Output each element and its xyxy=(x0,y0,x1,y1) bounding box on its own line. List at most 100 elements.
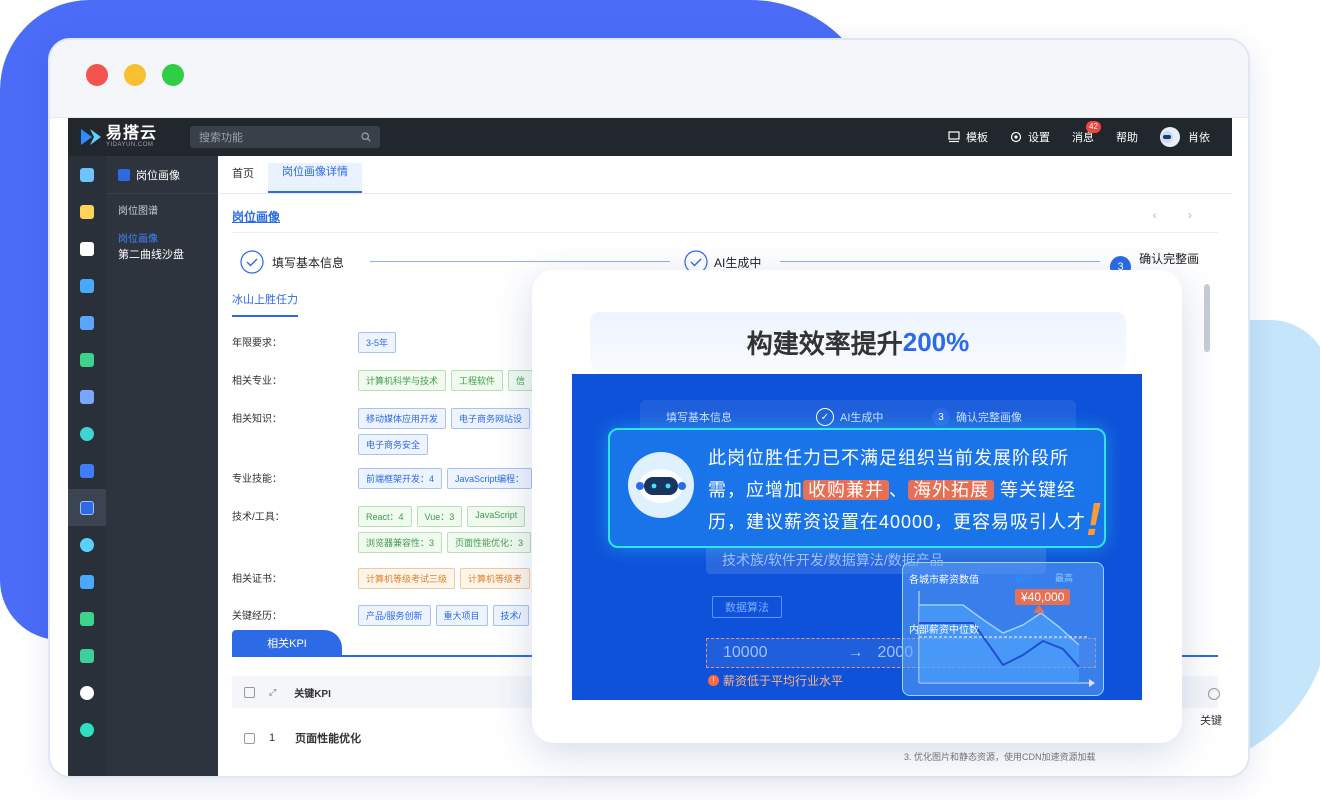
expand-icon[interactable]: ⤢ xyxy=(269,687,276,698)
close-dot[interactable] xyxy=(86,64,108,86)
robot-avatar-icon xyxy=(1161,131,1173,143)
search-person-icon xyxy=(80,426,94,441)
sidebar-icon-team[interactable] xyxy=(68,193,106,230)
ticket-icon xyxy=(80,463,94,478)
data-algorithm-button[interactable]: 数据算法 xyxy=(712,596,782,618)
kpi-note: 3. 优化图片和静态资源，使用CDN加速资源加载 xyxy=(904,752,1096,762)
template-icon xyxy=(948,131,960,143)
org-icon xyxy=(80,278,94,293)
tag-acquisition: 收购兼并 xyxy=(803,480,889,500)
sidebar-icon-sail[interactable] xyxy=(68,230,106,267)
tag-knowledge: 电子商务安全 xyxy=(358,434,429,455)
select-all-checkbox[interactable] xyxy=(244,686,255,698)
sidebar-icon-org[interactable] xyxy=(68,267,106,304)
scrollbar[interactable] xyxy=(1204,284,1210,352)
column-key-kpi: 关键KPI xyxy=(294,688,331,700)
sidebar-icon-user-add[interactable] xyxy=(68,600,106,637)
nav-templates[interactable]: 模板 xyxy=(948,129,988,145)
tag-experience: 技术/ xyxy=(492,605,530,626)
tags-skills: 前端框架开发：4 JavaScript编程： xyxy=(358,468,548,489)
minimize-dot[interactable] xyxy=(124,64,146,86)
tag-years: 3-5年 xyxy=(358,332,397,353)
settings-icon[interactable] xyxy=(1208,688,1220,700)
maximize-dot[interactable] xyxy=(162,64,184,86)
row-checkbox[interactable] xyxy=(244,732,255,744)
tag-tool: Vue：3 xyxy=(416,506,463,527)
tab-iceberg-competency[interactable]: 冰山上胜任力 xyxy=(232,291,298,317)
tab-related-kpi[interactable]: 相关KPI xyxy=(232,630,342,656)
tag-cert: 计算机等级考试三级 xyxy=(358,568,456,589)
tags-major: 计算机科学与技术 工程软件 信 xyxy=(358,370,548,391)
ai-separator: 、 xyxy=(889,480,908,500)
field-tools-label: 技术/工具： xyxy=(232,512,285,523)
sidebar-icon-wallet[interactable] xyxy=(68,341,106,378)
tag-tool: 浏览器兼容性：3 xyxy=(358,532,443,553)
sidebar-icon-support[interactable] xyxy=(68,526,106,563)
search-input[interactable]: 搜索功能 xyxy=(190,126,380,148)
field-certs-label: 相关证书： xyxy=(232,574,282,585)
promo-step-2: AI生成中 xyxy=(840,412,884,424)
tab-home[interactable]: 首页 xyxy=(232,165,268,193)
tag-knowledge: 电子商务网站设 xyxy=(451,408,531,429)
search-icon xyxy=(361,132,371,142)
menu-item-second-curve[interactable]: 第二曲线沙盘 xyxy=(106,244,218,272)
page-title[interactable]: 岗位画像 xyxy=(232,208,280,225)
sidebar-icon-calc[interactable] xyxy=(68,637,106,674)
team-icon xyxy=(80,204,94,219)
nav-help[interactable]: 帮助 xyxy=(1116,129,1138,145)
search-placeholder: 搜索功能 xyxy=(199,132,243,144)
step-line-1 xyxy=(370,261,670,262)
chart-area-high xyxy=(919,605,1079,683)
pager-arrows[interactable]: ‹ › xyxy=(1153,208,1206,222)
sidebar-icon-profile[interactable] xyxy=(68,156,106,193)
divider xyxy=(232,232,1218,233)
top-bar: 易搭云 YIDAYUN.COM 搜索功能 模板 设置 消息 42 帮助 肖依 xyxy=(68,118,1232,156)
nav-settings[interactable]: 设置 xyxy=(1010,129,1050,145)
salary-chart-card: 各城市薪资数值 最低 最高 ¥40,000 内部薪资中位数 xyxy=(902,562,1104,696)
user-name: 肖依 xyxy=(1188,132,1210,144)
job-profile-icon xyxy=(80,500,94,515)
sidebar-icon-doc-check[interactable] xyxy=(68,563,106,600)
doc-check-icon xyxy=(80,574,94,589)
menu-item-job-profile[interactable]: 岗位画像 xyxy=(106,222,218,245)
sidebar-icon-user-clock[interactable] xyxy=(68,304,106,341)
calculator-icon xyxy=(80,648,94,663)
salary-warning: ! 薪资低于平均行业水平 xyxy=(708,672,843,689)
promo-headline: 构建效率提升 200% xyxy=(590,312,1126,372)
sidebar-icon-users[interactable] xyxy=(68,378,106,415)
sidebar-icon-bot[interactable] xyxy=(68,674,106,711)
tab-job-profile-detail[interactable]: 岗位画像详情 xyxy=(268,163,362,193)
nav-messages[interactable]: 消息 42 xyxy=(1072,121,1101,145)
logo[interactable]: 易搭云 YIDAYUN.COM xyxy=(80,126,178,148)
tag-experience: 重大项目 xyxy=(435,605,488,626)
menu-header: 岗位画像 xyxy=(106,156,218,194)
row-index: 1 xyxy=(269,732,276,744)
sidebar-icon-job-profile[interactable] xyxy=(68,489,106,526)
field-years-label: 年限要求： xyxy=(232,338,282,349)
ring-icon xyxy=(80,722,94,737)
top-nav: 模板 设置 消息 42 帮助 肖依 xyxy=(926,121,1210,147)
tag-major: 信 xyxy=(508,370,534,391)
median-label: 内部薪资中位数 xyxy=(909,625,979,636)
sidebar-icon-ticket[interactable] xyxy=(68,452,106,489)
tag-knowledge: 移动媒体应用开发 xyxy=(358,408,447,429)
tag-tool: 页面性能优化：3 xyxy=(447,532,532,553)
menu-item-job-map[interactable]: 岗位图谱 xyxy=(106,194,218,222)
user-menu[interactable]: 肖依 xyxy=(1160,127,1210,147)
sidebar-icon-search-person[interactable] xyxy=(68,415,106,452)
robot-assistant-icon xyxy=(628,452,694,518)
sub-menu: 岗位画像 岗位图谱 岗位画像 第二曲线沙盘 xyxy=(106,156,218,776)
sail-icon xyxy=(80,241,94,256)
tags-certs: 计算机等级考试三级 计算机等级考 xyxy=(358,568,548,589)
tag-cert: 计算机等级考 xyxy=(460,568,531,589)
tags-tools: React：4 Vue：3 JavaScript 浏览器兼容性：3 页面性能优化… xyxy=(358,506,548,553)
field-major-label: 相关专业： xyxy=(232,376,282,387)
tag-major: 计算机科学与技术 xyxy=(358,370,447,391)
exclamation-icon: ! xyxy=(1086,493,1102,545)
user-add-icon xyxy=(80,611,94,626)
sidebar-icon-ring[interactable] xyxy=(68,711,106,748)
menu-header-label: 岗位画像 xyxy=(136,169,180,182)
check-circle-icon xyxy=(240,250,264,274)
salary-warning-text: 薪资低于平均行业水平 xyxy=(723,674,844,688)
row-kpi-name: 页面性能优化 xyxy=(295,733,362,745)
